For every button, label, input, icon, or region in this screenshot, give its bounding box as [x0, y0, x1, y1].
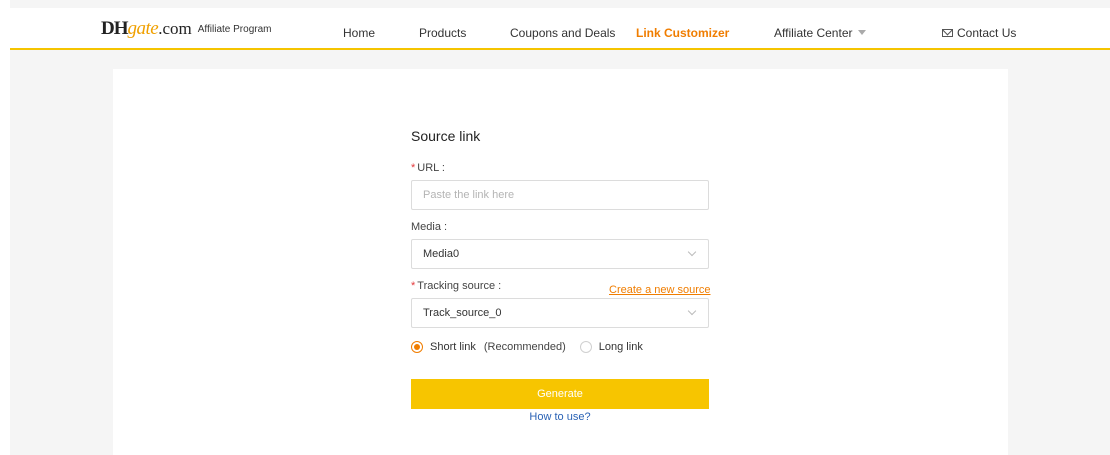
chevron-down-icon: [687, 247, 697, 257]
short-link-option[interactable]: Short link (Recommended): [411, 341, 580, 353]
chevron-down-icon: [687, 306, 697, 316]
nav-affiliate-center[interactable]: Affiliate Center: [774, 26, 866, 40]
nav-coupons-and-deals[interactable]: Coupons and Deals: [510, 26, 615, 40]
required-mark: *: [411, 162, 416, 174]
logo-dh: DH: [101, 18, 128, 39]
generate-button[interactable]: Generate: [411, 379, 709, 409]
short-link-radio[interactable]: [411, 341, 423, 353]
link-type-radio-group: Short link (Recommended) Long link: [411, 341, 643, 353]
long-link-option[interactable]: Long link: [579, 341, 643, 353]
url-input[interactable]: [411, 180, 709, 210]
media-label: Media :: [411, 221, 448, 233]
logo-gate: gate: [127, 18, 159, 39]
tracking-source-label: * Tracking source :: [411, 280, 501, 292]
nav-affiliate-center-label: Affiliate Center: [774, 26, 853, 40]
tracking-source-select[interactable]: Track_source_0: [411, 298, 709, 328]
long-link-label: Long link: [598, 341, 643, 353]
dhgate-logo[interactable]: DH gate .com Affiliate Program: [101, 18, 272, 40]
caret-down-icon: [857, 30, 866, 36]
short-link-label: Short link: [430, 341, 476, 353]
logo-com: .com: [158, 19, 192, 38]
media-select[interactable]: Media0: [411, 239, 709, 269]
url-label: * URL :: [411, 162, 445, 174]
section-title: Source link: [411, 128, 481, 144]
nav-link-customizer[interactable]: Link Customizer: [636, 26, 729, 40]
logo-subtitle: Affiliate Program: [197, 24, 272, 35]
tracking-selected-value: Track_source_0: [423, 307, 502, 319]
top-header: DH gate .com Affiliate Program Home Prod…: [10, 8, 1110, 50]
how-to-use-link[interactable]: How to use?: [411, 411, 709, 423]
nav-contact-us[interactable]: Contact Us: [942, 26, 1016, 40]
nav-contact-label: Contact Us: [957, 26, 1017, 40]
long-link-radio[interactable]: [579, 341, 592, 353]
recommended-label: (Recommended): [483, 341, 566, 353]
media-selected-value: Media0: [423, 248, 460, 260]
nav-products[interactable]: Products: [419, 26, 466, 40]
required-mark: *: [411, 280, 416, 292]
tracking-label-text: Tracking source :: [417, 280, 502, 292]
create-new-source-link[interactable]: Create a new source: [609, 284, 711, 296]
url-label-text: URL :: [417, 162, 445, 174]
nav-home[interactable]: Home: [343, 26, 375, 40]
mail-icon: [942, 29, 953, 37]
